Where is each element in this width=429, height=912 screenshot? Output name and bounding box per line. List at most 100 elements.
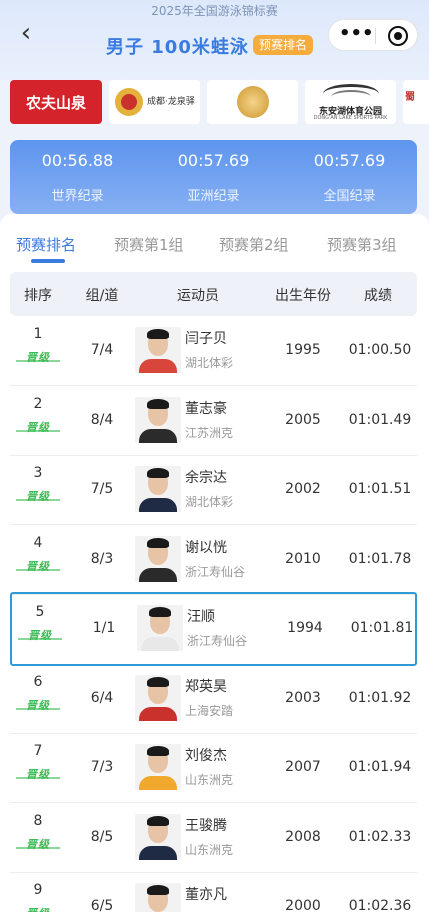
header-bar: 2025年全国游泳锦标赛 ‹ 男子 100米蛙泳 预赛排名 ••• xyxy=(0,0,429,80)
table-row[interactable]: 5 晋级 1/1 汪顺 浙江寿仙谷 1994 01:01.81 xyxy=(10,592,417,666)
chevron-left-icon[interactable]: ‹ xyxy=(12,20,40,48)
heat-lane: 6/4 xyxy=(90,689,114,706)
heat-lane: 8/4 xyxy=(90,411,114,428)
heat-lane: 7/4 xyxy=(90,342,114,358)
table-row[interactable]: 6 晋级 6/4 郑英昊 上海安踏 2003 01:01.92 xyxy=(10,664,417,734)
athlete-photo xyxy=(135,813,181,860)
birth-year: 2010 xyxy=(285,550,321,567)
table-row[interactable]: 2 晋级 8/4 董志豪江苏洲克 2005 01:01.49 xyxy=(10,386,417,456)
advance-badge: 晋级 xyxy=(18,627,62,643)
athlete-name: 谢以恍 xyxy=(185,539,227,556)
heat-lane: 8/5 xyxy=(90,828,114,845)
rank-number: 5 xyxy=(35,604,45,620)
sponsor-logo-partial[interactable]: 蜀 xyxy=(403,80,429,124)
athlete-team: 浙江寿仙谷 xyxy=(187,634,248,648)
birth-year: 1994 xyxy=(287,620,323,636)
result-time: 01:02.33 xyxy=(348,828,412,845)
athlete-name: 余宗达 xyxy=(185,470,227,486)
sponsor-logo-gold-seal[interactable] xyxy=(207,80,298,124)
athlete-name: 郑英昊 xyxy=(185,678,227,695)
athlete-name: 刘俊杰 xyxy=(185,748,227,764)
athlete-team: 浙江寿仙谷 xyxy=(185,564,246,579)
table-header: 排序 组/道 运动员 出生年份 成绩 xyxy=(10,272,417,316)
athlete-name: 董志豪 xyxy=(185,400,227,417)
table-row[interactable]: 8 晋级 8/5 王骏腾山东洲克 2008 01:02.33 xyxy=(10,803,417,873)
athlete-team: 江苏洲克 xyxy=(185,425,234,440)
result-time: 01:01.51 xyxy=(348,481,412,497)
table-row[interactable]: 4 晋级 8/3 谢以恍 浙江寿仙谷 2010 01:01.78 xyxy=(10,525,417,595)
mini-program-capsule: ••• xyxy=(328,19,418,51)
rank-number: 1 xyxy=(33,326,43,342)
rank-number: 6 xyxy=(33,673,43,690)
table-row[interactable]: 1 晋级 7/4 闫子贝湖北体彩 1995 01:00.50 xyxy=(10,316,417,386)
athlete-photo xyxy=(135,396,181,443)
rank-number: 2 xyxy=(33,395,43,412)
table-row[interactable]: 3 晋级 7/5 余宗达 湖北体彩 2002 01:01.51 xyxy=(10,455,417,525)
athlete-photo xyxy=(137,605,183,651)
more-dots-icon[interactable]: ••• xyxy=(339,22,374,48)
athlete-team: 上海安踏 xyxy=(185,703,234,718)
birth-year: 2005 xyxy=(285,411,321,428)
records-panel: 00:56.88 世界纪录 00:57.69 亚洲纪录 00:57.69 全国纪… xyxy=(10,140,417,214)
advance-badge: 晋级 xyxy=(16,905,60,912)
athlete-team: 湖北体彩 xyxy=(185,495,234,509)
athlete-name: 汪顺 xyxy=(187,609,215,625)
heat-lane: 1/1 xyxy=(92,620,116,636)
birth-year: 2003 xyxy=(285,689,321,706)
tab-heat-2[interactable]: 预赛第2组 xyxy=(219,234,289,255)
target-circle-icon[interactable] xyxy=(388,26,408,46)
national-record: 00:57.69 全国纪录 xyxy=(313,151,386,204)
rank-number: 7 xyxy=(33,743,43,759)
page-title: 男子 100米蛙泳 xyxy=(106,37,249,58)
advance-badge: 晋级 xyxy=(16,419,60,435)
heat-lane: 7/3 xyxy=(90,759,114,775)
event-subtitle: 2025年全国游泳锦标赛 xyxy=(151,4,278,18)
table-row[interactable]: 7 晋级 7/3 刘俊杰山东洲克 2007 01:01.94 xyxy=(10,733,417,803)
athlete-photo xyxy=(135,744,181,790)
birth-year: 1995 xyxy=(285,342,321,358)
advance-badge: 晋级 xyxy=(16,766,60,782)
tab-heat-3[interactable]: 预赛第3组 xyxy=(327,234,397,255)
birth-year: 2008 xyxy=(285,828,321,845)
sponsor-logo-longquanyi[interactable]: 成都·龙泉驿 xyxy=(109,80,200,124)
result-time: 01:01.49 xyxy=(348,411,412,428)
athlete-name: 董亦凡 xyxy=(185,887,227,903)
tab-heat-1[interactable]: 预赛第1组 xyxy=(114,234,184,255)
sponsor-logo-nongfu[interactable]: 农夫山泉 xyxy=(10,80,102,124)
sponsor-logo-donganhu[interactable]: 东安湖体育公园 DONG'AN LAKE SPORTS PARK xyxy=(305,80,396,124)
athlete-photo xyxy=(135,674,181,721)
athlete-photo xyxy=(135,883,181,912)
result-time: 01:02.36 xyxy=(348,898,412,912)
birth-year: 2007 xyxy=(285,759,321,775)
athlete-team: 湖北体彩 xyxy=(185,356,234,370)
advance-badge: 晋级 xyxy=(16,558,60,574)
capsule-divider xyxy=(375,28,376,44)
rank-number: 8 xyxy=(33,812,43,829)
athlete-name: 闫子贝 xyxy=(185,331,227,347)
active-tab-indicator xyxy=(31,259,65,263)
athlete-photo xyxy=(135,327,181,373)
birth-year: 2002 xyxy=(285,481,321,497)
result-time: 01:01.94 xyxy=(348,759,412,775)
asia-record: 00:57.69 亚洲纪录 xyxy=(177,151,250,204)
advance-badge: 晋级 xyxy=(16,349,60,365)
athlete-photo xyxy=(135,466,181,512)
advance-badge: 晋级 xyxy=(16,836,60,852)
heat-lane: 8/3 xyxy=(90,550,114,567)
table-row[interactable]: 9晋级6/5董亦凡浙江寿仙谷200001:02.36 xyxy=(10,872,417,912)
heat-lane: 7/5 xyxy=(90,481,114,497)
birth-year: 2000 xyxy=(285,898,321,912)
advance-badge: 晋级 xyxy=(16,697,60,713)
athlete-name: 王骏腾 xyxy=(185,817,227,834)
athlete-team: 山东洲克 xyxy=(185,842,234,857)
athlete-team: 山东洲克 xyxy=(185,773,234,787)
result-time: 01:00.50 xyxy=(348,342,412,358)
gold-seal-icon xyxy=(237,86,269,118)
heat-lane: 6/5 xyxy=(90,898,114,912)
stage-badge: 预赛排名 xyxy=(253,35,314,55)
longquanyi-emblem-icon xyxy=(115,88,143,116)
tab-heat-ranking[interactable]: 预赛排名 xyxy=(16,234,76,255)
sponsor-strip: 农夫山泉 成都·龙泉驿 东安湖体育公园 DONG'AN LAKE SPORTS … xyxy=(0,80,429,126)
advance-badge: 晋级 xyxy=(16,488,60,504)
rank-number: 9 xyxy=(33,882,43,898)
